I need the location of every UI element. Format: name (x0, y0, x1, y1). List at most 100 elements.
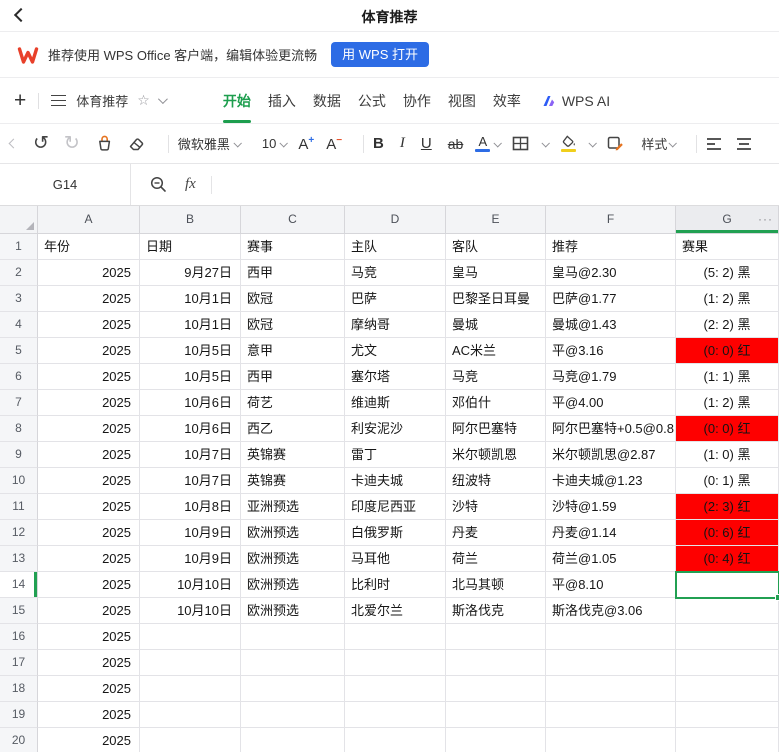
cell-F5[interactable]: 平@3.16 (546, 338, 676, 364)
cell-G19[interactable] (676, 702, 779, 728)
row-header-20[interactable]: 20 (0, 728, 38, 752)
row-header-17[interactable]: 17 (0, 650, 38, 676)
chevron-down-icon[interactable] (494, 139, 502, 147)
column-header-G[interactable]: G··· (676, 206, 779, 234)
cell-G16[interactable] (676, 624, 779, 650)
row-header-13[interactable]: 13 (0, 546, 38, 572)
cell-B7[interactable]: 10月6日 (140, 390, 241, 416)
strikethrough-button[interactable]: ab (448, 136, 464, 152)
cell-C8[interactable]: 西乙 (241, 416, 345, 442)
select-all-corner[interactable] (0, 206, 38, 234)
cell-G4[interactable]: (2: 2) 黑 (676, 312, 779, 338)
cell-D18[interactable] (345, 676, 446, 702)
cell-C10[interactable]: 英锦赛 (241, 468, 345, 494)
cell-F20[interactable] (546, 728, 676, 752)
fill-color-button[interactable] (560, 135, 576, 153)
cell-A14[interactable]: 2025 (38, 572, 140, 598)
cell-F6[interactable]: 马竞@1.79 (546, 364, 676, 390)
cell-D4[interactable]: 摩纳哥 (345, 312, 446, 338)
cell-C13[interactable]: 欧洲预选 (241, 546, 345, 572)
cell-B10[interactable]: 10月7日 (140, 468, 241, 494)
cell-C6[interactable]: 西甲 (241, 364, 345, 390)
row-header-3[interactable]: 3 (0, 286, 38, 312)
cell-D13[interactable]: 马耳他 (345, 546, 446, 572)
cell-E9[interactable]: 米尔顿凯恩 (446, 442, 546, 468)
cell-C7[interactable]: 荷艺 (241, 390, 345, 416)
cell-G3[interactable]: (1: 2) 黑 (676, 286, 779, 312)
cell-B9[interactable]: 10月7日 (140, 442, 241, 468)
cell-B12[interactable]: 10月9日 (140, 520, 241, 546)
cell-E13[interactable]: 荷兰 (446, 546, 546, 572)
row-header-19[interactable]: 19 (0, 702, 38, 728)
cell-C19[interactable] (241, 702, 345, 728)
cell-G13[interactable]: (0: 4) 红 (676, 546, 779, 572)
collapse-left-icon[interactable] (9, 139, 19, 149)
cell-E6[interactable]: 马竞 (446, 364, 546, 390)
underline-button[interactable]: U (421, 135, 432, 152)
chevron-down-icon[interactable] (280, 139, 288, 147)
cell-B13[interactable]: 10月9日 (140, 546, 241, 572)
column-header-E[interactable]: E (446, 206, 546, 234)
cell-B19[interactable] (140, 702, 241, 728)
cell-C17[interactable] (241, 650, 345, 676)
cell-F2[interactable]: 皇马@2.30 (546, 260, 676, 286)
chevron-down-icon[interactable] (589, 139, 597, 147)
cell-reference-box[interactable]: G14 (0, 164, 131, 205)
cell-G18[interactable] (676, 676, 779, 702)
increase-font-button[interactable]: A+ (298, 135, 314, 153)
column-header-B[interactable]: B (140, 206, 241, 234)
cell-A9[interactable]: 2025 (38, 442, 140, 468)
bold-button[interactable]: B (373, 135, 384, 152)
cell-A18[interactable]: 2025 (38, 676, 140, 702)
cell-G17[interactable] (676, 650, 779, 676)
cell-F4[interactable]: 曼城@1.43 (546, 312, 676, 338)
align-left-icon[interactable] (706, 137, 723, 151)
cell-A4[interactable]: 2025 (38, 312, 140, 338)
cell-A8[interactable]: 2025 (38, 416, 140, 442)
cell-D12[interactable]: 白俄罗斯 (345, 520, 446, 546)
cell-A11[interactable]: 2025 (38, 494, 140, 520)
cell-F1[interactable]: 推荐 (546, 234, 676, 260)
cell-B18[interactable] (140, 676, 241, 702)
cell-C12[interactable]: 欧洲预选 (241, 520, 345, 546)
cell-F8[interactable]: 阿尔巴塞特+0.5@0.8 (546, 416, 676, 442)
cell-C2[interactable]: 西甲 (241, 260, 345, 286)
cell-C16[interactable] (241, 624, 345, 650)
row-header-11[interactable]: 11 (0, 494, 38, 520)
undo-icon[interactable]: ↺ (33, 134, 49, 153)
cell-F19[interactable] (546, 702, 676, 728)
cell-A19[interactable]: 2025 (38, 702, 140, 728)
cell-G11[interactable]: (2: 3) 红 (676, 494, 779, 520)
cell-B6[interactable]: 10月5日 (140, 364, 241, 390)
cell-E3[interactable]: 巴黎圣日耳曼 (446, 286, 546, 312)
cell-F9[interactable]: 米尔顿凯思@2.87 (546, 442, 676, 468)
cell-G10[interactable]: (0: 1) 黑 (676, 468, 779, 494)
cell-F12[interactable]: 丹麦@1.14 (546, 520, 676, 546)
cell-D11[interactable]: 印度尼西亚 (345, 494, 446, 520)
cell-D14[interactable]: 比利时 (345, 572, 446, 598)
italic-button[interactable]: I (400, 135, 405, 152)
cell-C18[interactable] (241, 676, 345, 702)
chevron-down-icon[interactable] (158, 94, 168, 104)
insert-function-icon[interactable]: fx (185, 176, 196, 193)
cell-A13[interactable]: 2025 (38, 546, 140, 572)
font-size-select[interactable]: 10 (262, 136, 276, 151)
cell-A1[interactable]: 年份 (38, 234, 140, 260)
cell-D20[interactable] (345, 728, 446, 752)
row-header-7[interactable]: 7 (0, 390, 38, 416)
column-header-F[interactable]: F (546, 206, 676, 234)
cell-C9[interactable]: 英锦赛 (241, 442, 345, 468)
cell-G5[interactable]: (0: 0) 红 (676, 338, 779, 364)
chevron-down-icon[interactable] (542, 139, 550, 147)
cell-C11[interactable]: 亚洲预选 (241, 494, 345, 520)
cell-F7[interactable]: 平@4.00 (546, 390, 676, 416)
cell-G15[interactable] (676, 598, 779, 624)
cell-C3[interactable]: 欧冠 (241, 286, 345, 312)
ribbon-tab-6[interactable]: 视图 (448, 78, 476, 123)
row-header-12[interactable]: 12 (0, 520, 38, 546)
cell-E12[interactable]: 丹麦 (446, 520, 546, 546)
row-header-1[interactable]: 1 (0, 234, 38, 260)
cell-C15[interactable]: 欧洲预选 (241, 598, 345, 624)
cell-G7[interactable]: (1: 2) 黑 (676, 390, 779, 416)
row-header-2[interactable]: 2 (0, 260, 38, 286)
